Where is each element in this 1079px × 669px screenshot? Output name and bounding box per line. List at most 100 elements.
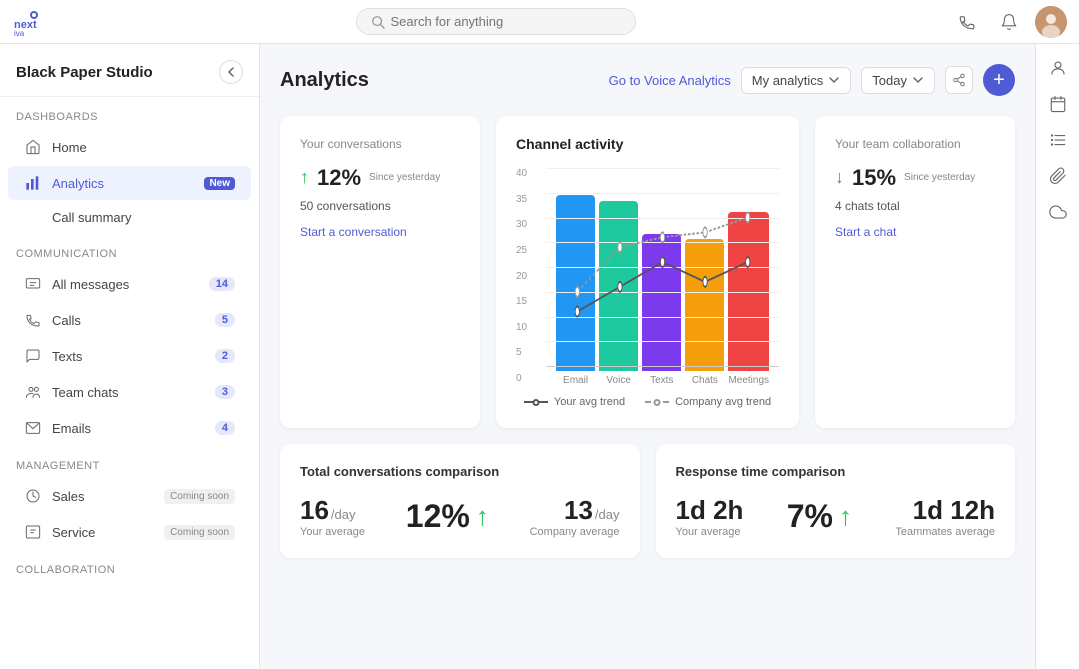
conversations-count: 50 conversations (300, 199, 460, 213)
y-label-35: 35 (516, 194, 546, 205)
search-icon (371, 15, 385, 29)
sales-coming-soon-badge: Coming soon (164, 489, 235, 504)
sidebar-collapse-button[interactable] (219, 60, 243, 84)
sidebar-item-call-summary-label: Call summary (52, 210, 235, 225)
team-chats-icon (24, 383, 42, 401)
main-content: Analytics Go to Voice Analytics My analy… (260, 44, 1035, 669)
calls-badge: 5 (215, 313, 235, 327)
collaboration-section-label: Collaboration (0, 550, 259, 582)
conversations-up-arrow: ↑ (300, 167, 309, 188)
total-company-avg: 13 /day Company average (530, 495, 620, 538)
share-icon (952, 73, 966, 87)
right-bar-list-btn[interactable] (1042, 124, 1074, 156)
cards-row: Your conversations ↑ 12% Since yesterday… (280, 116, 1015, 428)
all-messages-icon (24, 275, 42, 293)
bell-icon-btn[interactable] (993, 6, 1025, 38)
response-your-avg: 1d 2h Your average (676, 495, 744, 538)
collaboration-pct: 15% (852, 165, 896, 191)
all-messages-badge: 14 (209, 277, 235, 291)
channel-activity-title: Channel activity (516, 136, 779, 152)
bar-meetings (728, 212, 769, 372)
legend-company-avg-label: Company avg trend (675, 396, 771, 408)
total-company-avg-val-row: 13 /day (530, 495, 620, 526)
sidebar-item-all-messages[interactable]: All messages 14 (8, 267, 251, 301)
sidebar-item-team-chats-label: Team chats (52, 385, 205, 400)
legend-company-avg-icon (645, 397, 669, 407)
right-bar-user-btn[interactable] (1042, 52, 1074, 84)
sidebar-item-texts[interactable]: Texts 2 (8, 339, 251, 373)
start-conversation-link[interactable]: Start a conversation (300, 225, 460, 239)
texts-icon (24, 347, 42, 365)
bar-voice-col: Voice (599, 168, 638, 388)
response-time-card: Response time comparison 1d 2h Your aver… (656, 444, 1016, 558)
chart-wrapper: 0 5 10 15 20 25 30 35 40 (516, 168, 779, 408)
phone-icon-btn[interactable] (951, 6, 983, 38)
sidebar-item-sales[interactable]: Sales Coming soon (8, 479, 251, 513)
collaboration-metric: ↓ 15% Since yesterday (835, 165, 995, 191)
user-avatar-icon (1035, 6, 1067, 38)
response-your-avg-label: Your average (676, 526, 744, 538)
analytics-new-badge: New (204, 177, 235, 190)
total-conversations-row: 16 /day Your average 12% ↑ 13 /day (300, 495, 620, 538)
sidebar-item-analytics-label: Analytics (52, 176, 190, 191)
sidebar-item-emails-label: Emails (52, 421, 205, 436)
y-label-0: 0 (516, 373, 546, 384)
right-bar-attachment-btn[interactable] (1042, 160, 1074, 192)
search-box[interactable] (356, 8, 636, 35)
total-pct: 12% (406, 498, 470, 535)
chart-bars-area: Email Voice Texts (546, 168, 779, 388)
y-axis-labels: 0 5 10 15 20 25 30 35 40 (516, 168, 546, 388)
home-icon (24, 138, 42, 156)
sidebar-item-call-summary[interactable]: Call summary (8, 202, 251, 233)
sidebar-item-service[interactable]: Service Coming soon (8, 515, 251, 549)
avatar[interactable] (1035, 6, 1067, 38)
chevron-down-icon (828, 74, 840, 86)
chart-legend: Your avg trend Company avg trend (516, 396, 779, 408)
share-button[interactable] (945, 66, 973, 94)
right-bar-cloud-icon (1049, 203, 1067, 221)
collaboration-card: Your team collaboration ↓ 15% Since yest… (815, 116, 1015, 428)
service-icon (24, 523, 42, 541)
search-area (52, 8, 939, 35)
legend-your-avg-label: Your avg trend (554, 396, 625, 408)
total-your-avg-unit: /day (331, 507, 356, 522)
logo[interactable]: next iva (12, 8, 40, 36)
right-bar-cloud-btn[interactable] (1042, 196, 1074, 228)
bar-meetings-label: Meetings (728, 375, 769, 388)
sidebar-item-calls[interactable]: Calls 5 (8, 303, 251, 337)
add-button[interactable]: + (983, 64, 1015, 96)
sidebar-item-sales-label: Sales (52, 489, 150, 504)
chevron-down-icon-2 (912, 74, 924, 86)
conversations-pct: 12% (317, 165, 361, 191)
sidebar-item-calls-label: Calls (52, 313, 205, 328)
sidebar-item-team-chats[interactable]: Team chats 3 (8, 375, 251, 409)
topnav-icons (951, 6, 1067, 38)
right-bar-attachment-icon (1049, 167, 1067, 185)
response-teammates-avg-label: Teammates average (895, 526, 995, 538)
sidebar-item-home[interactable]: Home (8, 130, 251, 164)
today-dropdown[interactable]: Today (861, 67, 935, 94)
total-conversations-title: Total conversations comparison (300, 464, 620, 479)
analytics-icon (24, 174, 42, 192)
start-chat-link[interactable]: Start a chat (835, 225, 995, 239)
texts-badge: 2 (215, 349, 235, 363)
bar-chats (685, 239, 724, 371)
bar-email-label: Email (563, 375, 588, 388)
total-pct-block: 12% ↑ (406, 498, 489, 535)
sidebar-item-emails[interactable]: Emails 4 (8, 411, 251, 445)
voice-analytics-link[interactable]: Go to Voice Analytics (609, 73, 731, 88)
total-your-avg-label: Your average (300, 526, 365, 538)
response-time-row: 1d 2h Your average 7% ↑ 1d 12h Teammates… (676, 495, 996, 538)
sidebar-item-analytics[interactable]: Analytics New (8, 166, 251, 200)
total-your-avg: 16 /day Your average (300, 495, 365, 538)
chevron-left-icon (225, 66, 237, 78)
search-input[interactable] (391, 14, 591, 29)
emails-icon (24, 419, 42, 437)
bar-voice-label: Voice (606, 375, 630, 388)
bar-voice (599, 201, 638, 372)
right-bar-calendar-btn[interactable] (1042, 88, 1074, 120)
bars-container: Email Voice Texts (546, 168, 779, 388)
y-label-25: 25 (516, 245, 546, 256)
page-title: Analytics (280, 69, 609, 92)
my-analytics-dropdown[interactable]: My analytics (741, 67, 852, 94)
